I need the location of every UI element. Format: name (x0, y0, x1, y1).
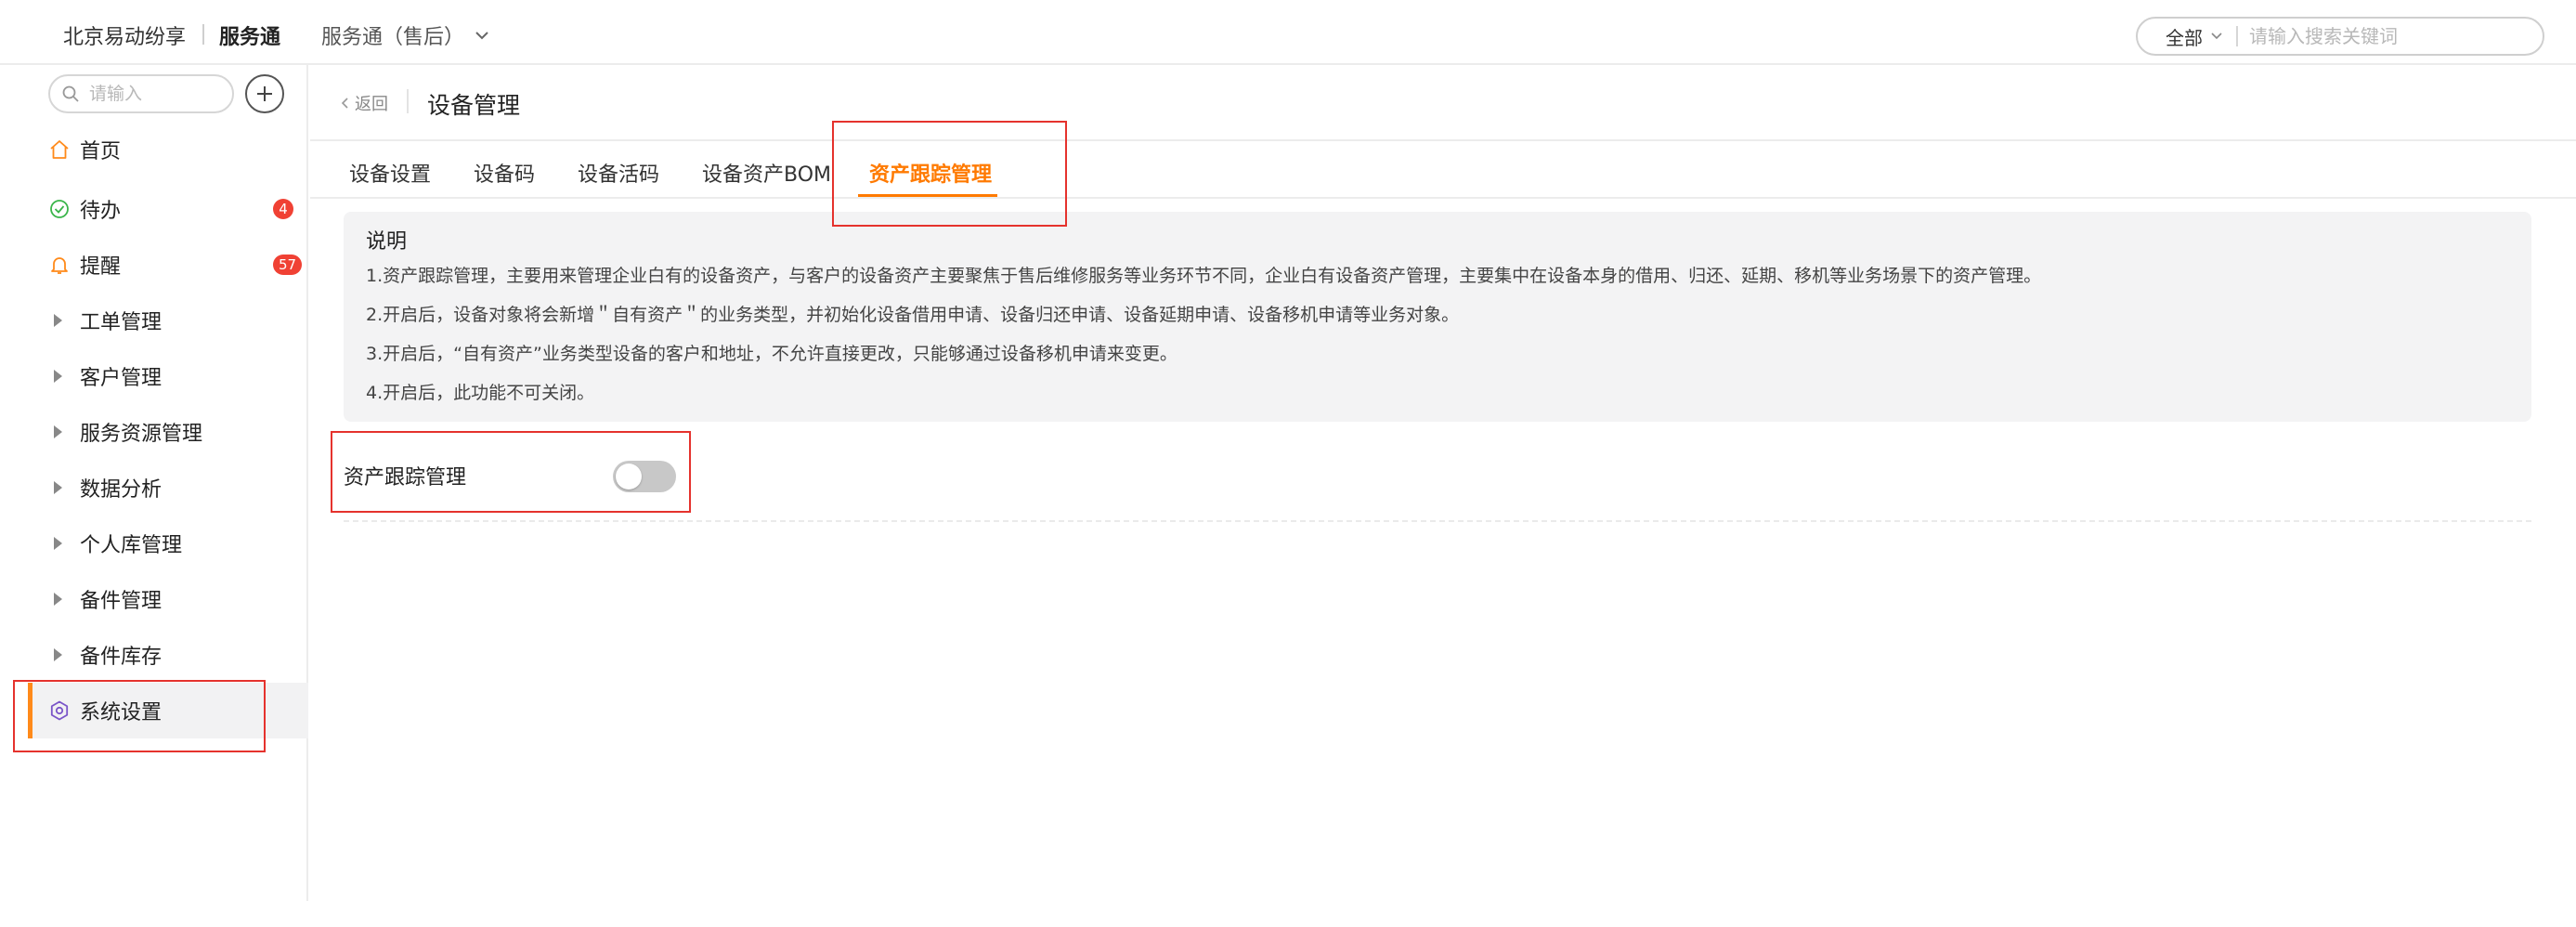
caret-right-icon (54, 425, 62, 438)
description-line: 2.开启后，设备对象将会新增＂自有资产＂的业务类型，并初始化设备借用申请、设备归… (366, 305, 1460, 325)
home-icon (48, 138, 71, 161)
tab-device-code[interactable]: 设备码 (474, 158, 535, 188)
back-link[interactable]: 返回 (340, 91, 388, 115)
sidebar-item-label: 个人库管理 (80, 534, 183, 557)
toggle-knob (616, 464, 642, 490)
sidebar-item-label: 首页 (80, 140, 122, 163)
product-name: 服务通 (219, 26, 281, 49)
global-search-input[interactable] (2238, 25, 2517, 47)
description-line: 1.资产跟踪管理，主要用来管理企业白有的设备资产，与客户的设备资产主要聚焦于售后… (366, 266, 2042, 286)
description-line: 4.开启后，此功能不可关闭。 (366, 383, 595, 403)
top-bar: 北京易动纷享 服务通 服务通（售后） 全部 (0, 0, 2576, 65)
sidebar-item-data-analysis[interactable]: 数据分析 (28, 460, 308, 516)
description-title: 说明 (366, 230, 408, 254)
chevron-down-icon (475, 32, 488, 40)
sidebar-item-label: 备件库存 (80, 646, 163, 669)
add-button[interactable] (245, 74, 284, 113)
sidebar-search (48, 74, 234, 113)
sidebar-item-todo[interactable]: 待办 4 (28, 181, 308, 237)
todo-count-badge: 4 (273, 199, 293, 219)
sidebar-item-service-resources[interactable]: 服务资源管理 (28, 404, 308, 460)
sidebar-item-personal-stock[interactable]: 个人库管理 (28, 516, 308, 571)
active-tab-indicator (858, 194, 997, 197)
caret-right-icon (54, 537, 62, 550)
product-switcher-label: 服务通（售后） (321, 26, 465, 49)
sidebar-item-spare-parts-inventory[interactable]: 备件库存 (28, 627, 308, 683)
sidebar-item-label: 系统设置 (80, 701, 163, 725)
asset-tracking-label: 资产跟踪管理 (344, 466, 467, 490)
sidebar-search-input[interactable] (89, 84, 219, 104)
sidebar-item-label: 数据分析 (80, 478, 163, 502)
tab-bar: 设备设置 设备码 设备活码 设备资产BOM 资产跟踪管理 (310, 143, 2576, 199)
tab-asset-tracking[interactable]: 资产跟踪管理 (869, 158, 992, 188)
caret-right-icon (54, 648, 62, 661)
tab-device-asset-bom[interactable]: 设备资产BOM (702, 158, 831, 188)
check-circle-icon (48, 198, 71, 220)
company-name: 北京易动纷享 (63, 26, 187, 49)
main-content: 返回 设备管理 设备设置 设备码 设备活码 设备资产BOM 资产跟踪管理 说明 … (310, 65, 2576, 901)
plus-icon (257, 86, 272, 101)
gear-icon (48, 699, 71, 722)
header-divider (407, 89, 409, 113)
sidebar-item-label: 提醒 (80, 255, 122, 279)
description-line: 3.开启后，“自有资产”业务类型设备的客户和地址，不允许直接更改，只能够通过设备… (366, 344, 1177, 364)
search-scope-dropdown[interactable]: 全部 (2138, 23, 2236, 50)
caret-right-icon (54, 370, 62, 383)
sidebar-item-label: 服务资源管理 (80, 423, 203, 446)
chevron-down-icon (2211, 33, 2222, 40)
caret-right-icon (54, 481, 62, 494)
page-title: 设备管理 (427, 92, 521, 119)
chevron-left-icon (341, 98, 348, 109)
sidebar-item-system-settings[interactable]: 系统设置 (28, 683, 308, 738)
sidebar-item-spare-parts[interactable]: 备件管理 (28, 571, 308, 627)
search-icon (62, 85, 79, 102)
sidebar: 首页 待办 4 提醒 57 工单管理 客户管理 服务资源管理 数据分析 个人库管… (28, 65, 308, 901)
sidebar-item-work-orders[interactable]: 工单管理 (28, 293, 308, 348)
page-header: 返回 设备管理 (310, 65, 2576, 141)
caret-right-icon (54, 314, 62, 327)
sidebar-item-customers[interactable]: 客户管理 (28, 348, 308, 404)
sidebar-item-label: 待办 (80, 200, 122, 223)
back-label: 返回 (355, 95, 388, 114)
brand-divider (202, 24, 204, 45)
search-scope-label: 全部 (2166, 26, 2203, 49)
sidebar-item-home[interactable]: 首页 (28, 122, 308, 177)
description-panel: 说明 1.资产跟踪管理，主要用来管理企业白有的设备资产，与客户的设备资产主要聚焦… (344, 212, 2531, 422)
tab-device-settings[interactable]: 设备设置 (349, 158, 431, 188)
asset-tracking-setting-row: 资产跟踪管理 (344, 444, 2531, 522)
tab-device-live-code[interactable]: 设备活码 (578, 158, 659, 188)
product-switcher[interactable]: 服务通（售后） (321, 20, 490, 50)
caret-right-icon (54, 593, 62, 606)
global-search: 全部 (2136, 17, 2544, 56)
asset-tracking-toggle[interactable] (613, 461, 676, 492)
reminder-count-badge: 57 (273, 255, 303, 275)
sidebar-item-label: 客户管理 (80, 367, 163, 390)
sidebar-item-reminders[interactable]: 提醒 57 (28, 237, 308, 293)
sidebar-item-label: 工单管理 (80, 311, 163, 334)
sidebar-item-label: 备件管理 (80, 590, 163, 613)
bell-icon (48, 254, 71, 276)
